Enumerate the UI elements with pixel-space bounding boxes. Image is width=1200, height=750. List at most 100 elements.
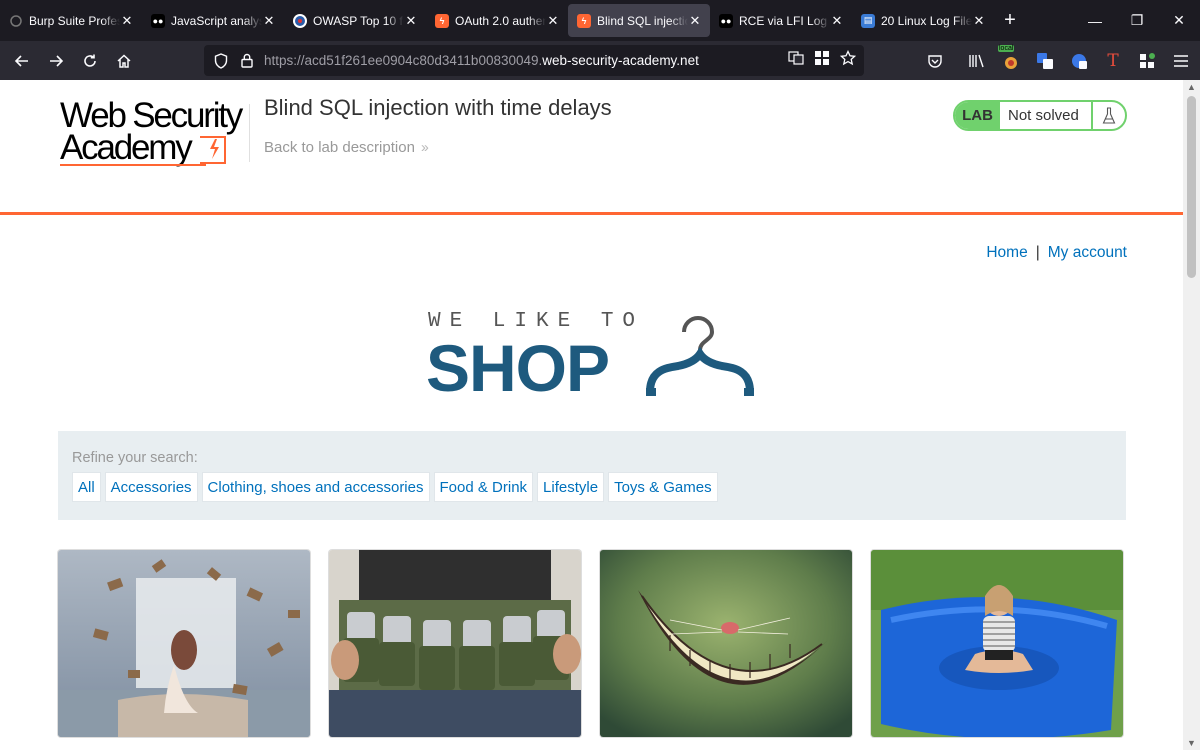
restore-icon[interactable]: ❐ [1116,0,1158,41]
extension-badge: local [998,44,1015,52]
url-actions [788,45,857,76]
tab-title: Blind SQL injection [597,13,688,28]
browser-tab[interactable]: OWASP Top 10 for ✕ [284,0,426,41]
back-link-label: Back to lab description [264,139,415,156]
beer-belt-photo [329,550,581,737]
logo-underline [60,164,206,166]
window-controls: — ❐ ✕ [1074,0,1200,41]
refine-search-panel: Refine your search: All Accessories Clot… [58,431,1126,520]
window-close-icon[interactable]: ✕ [1158,0,1200,41]
site-favicon: ▤ [861,13,875,28]
close-icon[interactable]: ✕ [546,13,560,29]
tab-bar: Burp Suite Professional ✕ ●● JavaScript … [0,0,1200,41]
extensions-puzzle-icon[interactable] [1136,50,1158,72]
web-security-academy-logo[interactable]: Web Security Academy [60,98,246,166]
translate-icon[interactable] [788,50,804,71]
lab-title: Blind SQL injection with time delays [264,95,612,120]
menu-hamburger-icon[interactable] [1170,50,1192,72]
bookmark-star-icon[interactable] [839,49,857,71]
shield-icon[interactable] [208,52,234,69]
library-icon[interactable] [966,50,988,72]
tab-title: RCE via LFI Log Poisoning [739,13,830,28]
double-chevron-icon: ›› [420,139,429,156]
filter-lifestyle[interactable]: Lifestyle [537,472,605,502]
reload-icon[interactable] [73,46,107,76]
browser-tab[interactable]: ϟ OAuth 2.0 authentication ✕ [426,0,568,41]
home-icon[interactable] [107,46,141,76]
medium-favicon: ●● [719,13,733,28]
top-navigation: Home | My account [986,244,1127,262]
url-bar[interactable]: https://acd51f261ee0904c80d3411b00830049… [204,45,864,76]
banner-tagline: WE LIKE TO [428,310,645,333]
shop-banner: WE LIKE TO SHOP [426,310,766,402]
forward-arrow-icon[interactable] [39,46,73,76]
tab-title: OWASP Top 10 for [313,13,404,28]
browser-tab[interactable]: ●● JavaScript analysis ✕ [142,0,284,41]
flask-icon [1091,102,1125,129]
browser-tab-active[interactable]: ϟ Blind SQL injection ✕ [568,4,710,37]
header-divider [249,104,250,162]
portswigger-favicon: ϟ [577,13,591,28]
home-link[interactable]: Home [986,244,1027,261]
t-extension-icon[interactable]: T [1102,50,1124,72]
back-arrow-icon[interactable] [5,46,39,76]
scroll-thumb[interactable] [1187,96,1196,278]
close-icon[interactable]: ✕ [120,13,134,29]
header-orange-rule [0,212,1183,215]
my-account-link[interactable]: My account [1048,244,1127,261]
medium-favicon: ●● [151,13,165,28]
pocket-icon[interactable] [924,50,946,72]
portswigger-favicon: ϟ [435,13,449,28]
close-icon[interactable]: ✕ [972,13,986,29]
scroll-down-icon[interactable]: ▼ [1187,738,1196,748]
lab-status-badge: LAB Not solved [953,100,1127,131]
lock-icon[interactable] [234,53,260,68]
cheshire-grin-illustration [600,550,852,737]
page-viewport: Web Security Academy Blind SQL injection… [0,80,1183,750]
product-image[interactable] [600,550,852,737]
girl-on-beanbag-photo [871,550,1123,737]
logo-bolt-icon [210,139,219,159]
lab-status: Not solved [1008,107,1079,124]
tab-title: 20 Linux Log Files [881,13,972,28]
tab-title: JavaScript analysis [171,13,262,28]
translator-icon[interactable] [1034,50,1056,72]
filter-clothing[interactable]: Clothing, shoes and accessories [201,472,430,502]
filter-accessories[interactable]: Accessories [104,472,198,502]
browser-tab[interactable]: Burp Suite Professional ✕ [0,0,142,41]
browser-tab[interactable]: ▤ 20 Linux Log Files ✕ [852,0,994,41]
category-filters: All Accessories Clothing, shoes and acce… [72,472,718,502]
filter-all[interactable]: All [72,472,101,502]
filter-toys-games[interactable]: Toys & Games [608,472,718,502]
product-image[interactable] [58,550,310,737]
minimize-icon[interactable]: — [1074,0,1116,41]
logo-line-2: Academy [60,128,193,167]
translate-extension-icon[interactable] [1068,50,1090,72]
extension-local-icon[interactable]: local [998,44,1022,72]
tab-title: Burp Suite Professional [29,13,120,28]
grid-icon[interactable] [814,50,830,71]
close-icon[interactable]: ✕ [688,13,702,29]
product-image[interactable] [329,550,581,737]
back-to-description-link[interactable]: Back to lab description ›› [264,139,429,156]
new-tab-plus-icon[interactable]: + [994,0,1026,41]
page-scrollbar[interactable]: ▲ ▼ [1183,80,1200,750]
url-text[interactable]: https://acd51f261ee0904c80d3411b00830049… [264,53,699,68]
filter-food-drink[interactable]: Food & Drink [433,472,534,502]
lab-label: LAB [955,102,1000,129]
nav-separator: | [1035,244,1040,261]
close-icon[interactable]: ✕ [830,13,844,29]
close-icon[interactable]: ✕ [262,13,276,29]
product-image[interactable] [871,550,1123,737]
close-icon[interactable]: ✕ [404,13,418,29]
owasp-favicon [293,13,307,28]
tab-title: OAuth 2.0 authentication [455,13,546,28]
refine-label: Refine your search: [72,450,198,466]
scroll-up-icon[interactable]: ▲ [1187,82,1196,92]
navigation-toolbar: https://acd51f261ee0904c80d3411b00830049… [0,41,1200,80]
browser-tab[interactable]: ●● RCE via LFI Log Poisoning ✕ [710,0,852,41]
hanger-icon [646,316,754,396]
toolbar-icons: local T [924,41,1192,80]
flying-books-photo [58,550,310,737]
burp-favicon [9,13,23,28]
